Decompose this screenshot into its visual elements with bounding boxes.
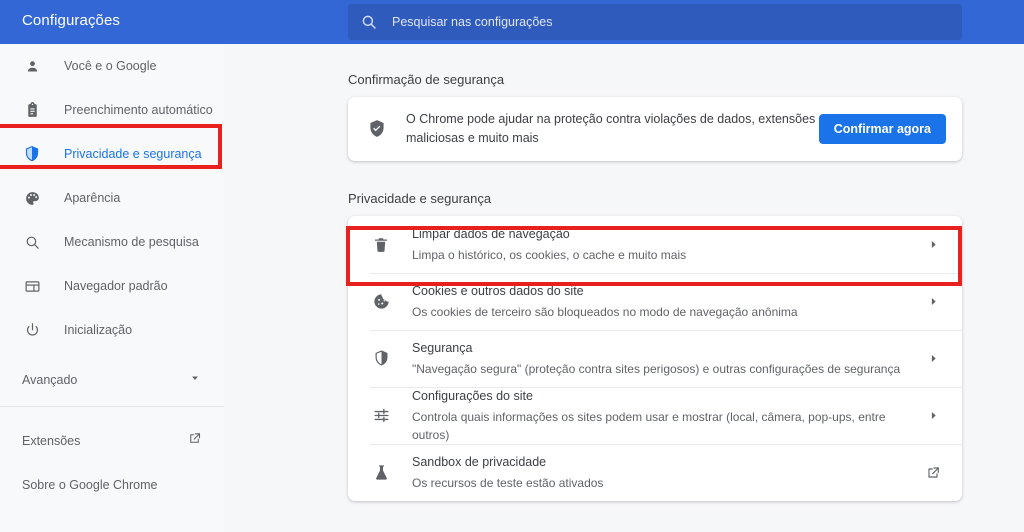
privacy-settings-card: Limpar dados de navegação Limpa o histór… xyxy=(348,216,962,501)
chevron-right-icon xyxy=(922,409,944,422)
page-title: Configurações xyxy=(22,12,121,29)
privacy-row-limpar-dados-de-navegacao[interactable]: Limpar dados de navegação Limpa o histór… xyxy=(348,216,962,273)
sidebar-divider xyxy=(0,406,224,407)
privacy-row-subtitle: "Navegação segura" (proteção contra site… xyxy=(412,361,901,376)
flask-icon xyxy=(370,462,392,484)
trash-icon xyxy=(370,234,392,256)
sidebar-item-label: Mecanismo de pesquisa xyxy=(64,235,199,249)
privacy-row-configuracoes-do-site[interactable]: Configurações do site Controla quais inf… xyxy=(348,387,962,444)
safety-check-description: O Chrome pode ajudar na proteção contra … xyxy=(406,111,816,145)
privacy-row-subtitle: Os cookies de terceiro são bloqueados no… xyxy=(412,304,798,319)
privacy-row-title: Configurações do site xyxy=(412,389,533,404)
open-in-new-icon xyxy=(922,465,944,481)
top-bar: Configurações Pesquisar nas configuraçõe… xyxy=(0,0,1024,44)
sidebar-item-label: Privacidade e segurança xyxy=(64,147,202,161)
sidebar-item-label: Preenchimento automático xyxy=(64,103,213,117)
content-area: Confirmação de segurança O Chrome pode a… xyxy=(224,44,1024,532)
shield-check-icon xyxy=(366,118,388,140)
chevron-right-icon xyxy=(922,352,944,365)
privacy-row-cookies-e-outros-dados-do-site[interactable]: Cookies e outros dados do site Os cookie… xyxy=(348,273,962,330)
search-input[interactable]: Pesquisar nas configurações xyxy=(348,4,962,40)
privacy-row-text: Sandbox de privacidade Os recursos de te… xyxy=(412,453,922,491)
privacy-row-subtitle: Controla quais informações os sites pode… xyxy=(412,409,886,442)
privacy-row-subtitle: Os recursos de teste estão ativados xyxy=(412,475,604,490)
privacy-row-title: Cookies e outros dados do site xyxy=(412,284,584,299)
cookie-icon xyxy=(370,291,392,313)
palette-icon xyxy=(22,188,42,208)
sidebar-bottom-label: Sobre o Google Chrome xyxy=(22,478,158,492)
tune-icon xyxy=(370,405,392,427)
shield-icon xyxy=(370,348,392,370)
search-icon xyxy=(22,232,42,252)
power-icon xyxy=(22,320,42,340)
search-placeholder: Pesquisar nas configurações xyxy=(392,15,553,29)
sidebar-item-avancado[interactable]: Avançado xyxy=(0,358,224,402)
sidebar-item-sobre-o-google-chrome[interactable]: Sobre o Google Chrome xyxy=(0,465,224,505)
sidebar-item-label: Navegador padrão xyxy=(64,279,168,293)
sidebar-item-preenchimento-automatico[interactable]: Preenchimento automático xyxy=(0,88,224,132)
privacy-row-seguranca[interactable]: Segurança "Navegação segura" (proteção c… xyxy=(348,330,962,387)
safety-check-card: O Chrome pode ajudar na proteção contra … xyxy=(348,97,962,161)
privacy-row-title: Limpar dados de navegação xyxy=(412,227,570,242)
sidebar-item-inicializacao[interactable]: Inicialização xyxy=(0,308,224,352)
settings-page: Configurações Pesquisar nas configuraçõe… xyxy=(0,0,1024,532)
sidebar-advanced-label: Avançado xyxy=(22,373,78,387)
browser-window-icon xyxy=(22,276,42,296)
search-icon xyxy=(360,13,378,31)
sidebar-item-label: Inicialização xyxy=(64,323,133,337)
sidebar-item-privacidade-e-seguranca[interactable]: Privacidade e segurança xyxy=(0,132,224,176)
confirm-now-button[interactable]: Confirmar agora xyxy=(818,114,946,144)
sidebar-item-label: Aparência xyxy=(64,191,121,205)
privacy-row-text: Limpar dados de navegação Limpa o histór… xyxy=(412,225,922,263)
sidebar-item-label: Você e o Google xyxy=(64,59,157,73)
sidebar-item-mecanismo-de-pesquisa[interactable]: Mecanismo de pesquisa xyxy=(0,220,224,264)
privacy-row-sandbox-de-privacidade[interactable]: Sandbox de privacidade Os recursos de te… xyxy=(348,444,962,501)
safety-check-section-title: Confirmação de segurança xyxy=(348,72,505,87)
sidebar-item-voce-e-o-google[interactable]: Você e o Google xyxy=(0,44,224,88)
open-in-new-icon xyxy=(187,431,202,451)
safety-check-row: O Chrome pode ajudar na proteção contra … xyxy=(348,97,962,161)
privacy-row-title: Sandbox de privacidade xyxy=(412,455,547,470)
chevron-right-icon xyxy=(922,238,944,251)
person-icon xyxy=(22,56,42,76)
sidebar-bottom-label: Extensões xyxy=(22,434,81,448)
privacy-row-subtitle: Limpa o histórico, os cookies, o cache e… xyxy=(412,247,687,262)
sidebar-item-extensoes[interactable]: Extensões xyxy=(0,421,224,461)
sidebar-item-aparencia[interactable]: Aparência xyxy=(0,176,224,220)
privacy-row-text: Configurações do site Controla quais inf… xyxy=(412,387,922,443)
privacy-row-text: Cookies e outros dados do site Os cookie… xyxy=(412,282,922,320)
shield-icon xyxy=(22,144,42,164)
sidebar-item-navegador-padrao[interactable]: Navegador padrão xyxy=(0,264,224,308)
chevron-down-icon xyxy=(188,371,202,390)
privacy-section-title: Privacidade e segurança xyxy=(348,191,492,206)
clipboard-icon xyxy=(22,100,42,120)
sidebar: Você e o Google Preenchimento automático… xyxy=(0,44,224,532)
privacy-row-title: Segurança xyxy=(412,341,473,356)
privacy-row-text: Segurança "Navegação segura" (proteção c… xyxy=(412,339,922,377)
chevron-right-icon xyxy=(922,295,944,308)
